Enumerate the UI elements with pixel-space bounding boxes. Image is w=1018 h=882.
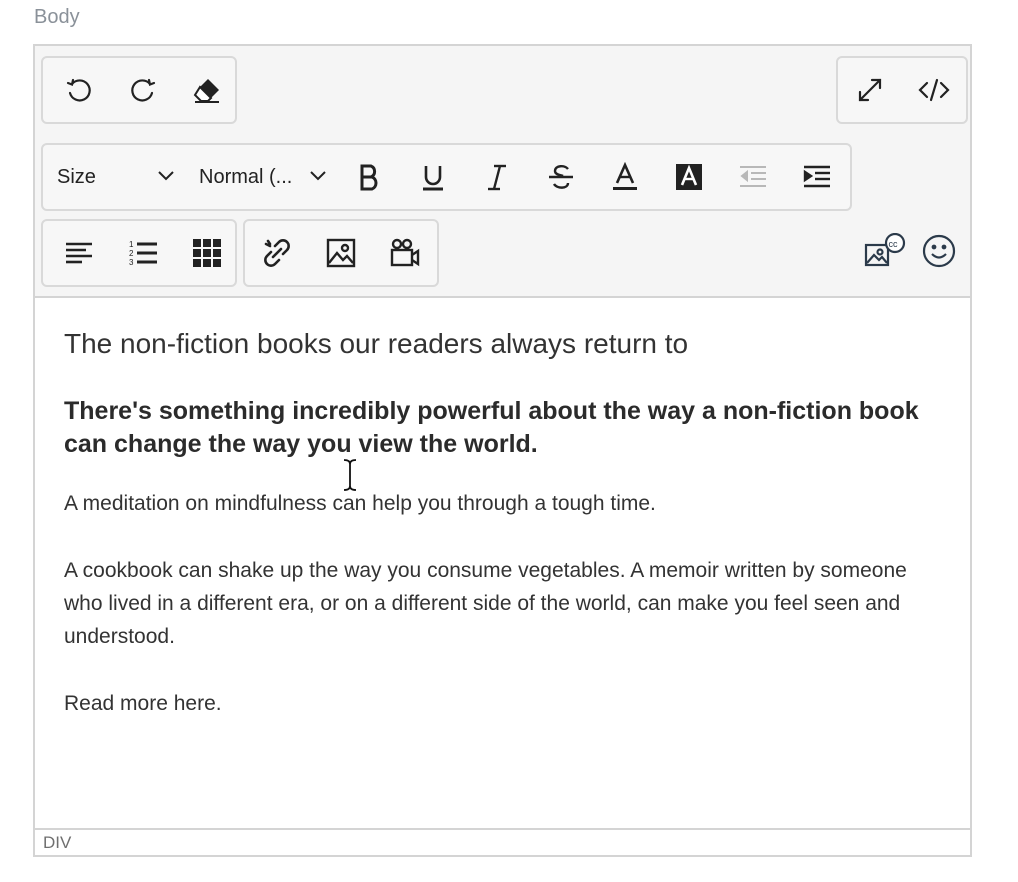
block-format-select[interactable]: Normal (... bbox=[199, 149, 327, 205]
svg-text:3: 3 bbox=[129, 258, 134, 267]
link-button[interactable] bbox=[249, 225, 305, 281]
fullscreen-button[interactable] bbox=[842, 62, 898, 118]
indent-icon bbox=[802, 162, 832, 192]
content-paragraph: A cookbook can shake up the way you cons… bbox=[64, 559, 907, 648]
editor-toolbar: Size Normal (... 1 2 3 cc bbox=[35, 46, 970, 298]
insert-group bbox=[243, 219, 439, 287]
underline-button[interactable] bbox=[405, 149, 461, 205]
eraser-icon bbox=[192, 75, 222, 105]
outdent-icon bbox=[738, 162, 768, 192]
emoji-icon bbox=[921, 233, 957, 269]
video-icon bbox=[390, 238, 420, 268]
field-label: Body bbox=[34, 6, 80, 28]
redo-button[interactable] bbox=[115, 62, 171, 118]
outdent-button[interactable] bbox=[725, 149, 781, 205]
link-icon bbox=[262, 238, 292, 268]
highlight-color-icon bbox=[674, 162, 704, 192]
highlight-color-button[interactable] bbox=[661, 149, 717, 205]
code-view-icon bbox=[918, 75, 950, 105]
undo-button[interactable] bbox=[51, 62, 107, 118]
redo-icon bbox=[128, 75, 158, 105]
align-button[interactable] bbox=[51, 225, 107, 281]
list-button[interactable]: 123 bbox=[115, 225, 171, 281]
font-size-select-label: Size bbox=[57, 165, 96, 188]
strikethrough-button[interactable] bbox=[533, 149, 589, 205]
align-left-icon bbox=[64, 238, 94, 268]
italic-icon bbox=[482, 162, 512, 192]
content-heading: The non-fiction books our readers always… bbox=[64, 328, 689, 359]
font-color-icon bbox=[610, 162, 640, 192]
image-icon bbox=[326, 238, 356, 268]
paragraph-group: 123 bbox=[41, 219, 237, 287]
table-icon bbox=[192, 238, 222, 268]
element-path-statusbar: DIV bbox=[35, 828, 970, 855]
rich-text-editor: Size Normal (... 1 2 3 cc The non-fictio… bbox=[33, 44, 972, 857]
chevron-down-icon bbox=[157, 167, 175, 191]
video-button[interactable] bbox=[377, 225, 433, 281]
font-size-select[interactable]: Size bbox=[57, 149, 175, 205]
fullscreen-icon bbox=[855, 75, 885, 105]
content-paragraph: A meditation on mindfulness can help you… bbox=[64, 492, 656, 515]
font-color-button[interactable] bbox=[597, 149, 653, 205]
code-view-button[interactable] bbox=[906, 62, 962, 118]
editor-content[interactable]: The non-fiction books our readers always… bbox=[35, 298, 970, 828]
chevron-down-icon bbox=[309, 167, 327, 191]
bold-icon bbox=[354, 162, 384, 192]
indent-button[interactable] bbox=[789, 149, 845, 205]
content-paragraph: Read more here. bbox=[64, 692, 222, 715]
history-group bbox=[41, 56, 237, 124]
block-format-select-label: Normal (... bbox=[199, 165, 293, 188]
svg-text:1: 1 bbox=[129, 240, 134, 249]
content-bold-paragraph: There's something incredibly powerful ab… bbox=[64, 397, 919, 458]
element-path: DIV bbox=[43, 833, 72, 852]
image-cc-icon: cc bbox=[863, 233, 907, 269]
image-button[interactable] bbox=[313, 225, 369, 281]
text-cursor-icon bbox=[341, 458, 359, 497]
emoji-button[interactable] bbox=[911, 223, 967, 279]
strikethrough-icon bbox=[546, 162, 576, 192]
ordered-list-icon: 123 bbox=[128, 238, 158, 268]
svg-text:2: 2 bbox=[129, 249, 134, 258]
underline-icon bbox=[418, 162, 448, 192]
undo-icon bbox=[64, 75, 94, 105]
table-button[interactable] bbox=[179, 225, 235, 281]
clear-format-button[interactable] bbox=[179, 62, 235, 118]
format-group: Size Normal (... bbox=[41, 143, 852, 211]
view-group bbox=[836, 56, 968, 124]
image-cc-button[interactable]: cc bbox=[857, 223, 913, 279]
italic-button[interactable] bbox=[469, 149, 525, 205]
svg-text:cc: cc bbox=[889, 239, 899, 249]
bold-button[interactable] bbox=[341, 149, 397, 205]
